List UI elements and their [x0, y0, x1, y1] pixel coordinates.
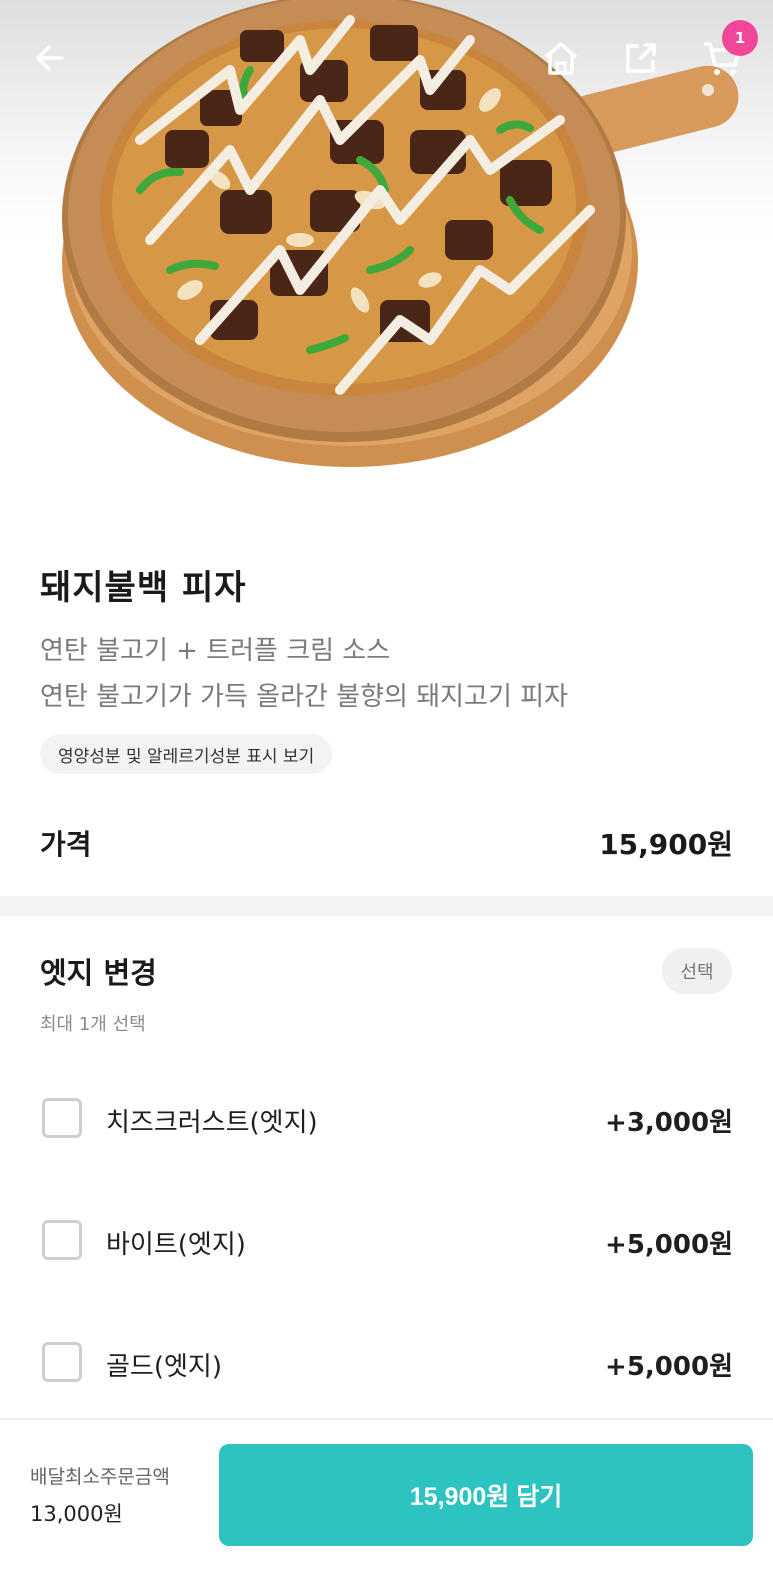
home-button[interactable] — [533, 30, 589, 86]
product-description: 연탄 불고기가 가득 올라간 불향의 돼지고기 피자 — [40, 682, 568, 712]
option-row-gold[interactable]: 골드(엣지) +5,000원 — [0, 1324, 773, 1404]
option-price: +5,000원 — [605, 1230, 733, 1260]
add-to-cart-button[interactable]: 15,900원 담기 — [219, 1444, 753, 1546]
option-label: 바이트(엣지) — [106, 1230, 246, 1260]
home-icon — [544, 42, 578, 75]
nutrition-info-link[interactable]: 영양성분 및 알레르기성분 표시 보기 — [40, 734, 333, 774]
option-group-title: 엣지 변경 — [40, 956, 157, 990]
option-row-bite[interactable]: 바이트(엣지) +5,000원 — [0, 1202, 773, 1282]
option-checkbox[interactable] — [42, 1342, 82, 1382]
option-checkbox[interactable] — [42, 1220, 82, 1260]
option-label: 골드(엣지) — [106, 1352, 222, 1382]
option-price: +3,000원 — [605, 1108, 733, 1138]
back-button[interactable] — [22, 30, 78, 86]
cart-count-badge: 1 — [722, 20, 758, 56]
product-subtitle: 연탄 불고기 + 트러플 크림 소스 — [40, 636, 391, 666]
price-value: 15,900원 — [599, 828, 733, 861]
optional-badge: 선택 — [662, 948, 732, 994]
product-title: 돼지불백 피자 — [40, 568, 247, 608]
option-group-limit: 최대 1개 선택 — [40, 1014, 146, 1035]
share-button[interactable] — [613, 30, 669, 86]
section-divider — [0, 896, 773, 916]
product-hero: 1 — [0, 0, 773, 500]
share-icon — [626, 43, 656, 73]
option-label: 치즈크러스트(엣지) — [106, 1108, 318, 1138]
option-row-cheese-crust[interactable]: 치즈크러스트(엣지) +3,000원 — [0, 1080, 773, 1160]
option-price: +5,000원 — [605, 1352, 733, 1382]
price-label: 가격 — [40, 828, 92, 861]
arrow-left-icon — [36, 45, 64, 71]
min-order-label: 배달최소주문금액 — [30, 1466, 170, 1488]
option-checkbox[interactable] — [42, 1098, 82, 1138]
min-order-value: 13,000원 — [30, 1502, 123, 1526]
bottom-order-bar: 배달최소주문금액 13,000원 15,900원 담기 — [0, 1418, 773, 1570]
